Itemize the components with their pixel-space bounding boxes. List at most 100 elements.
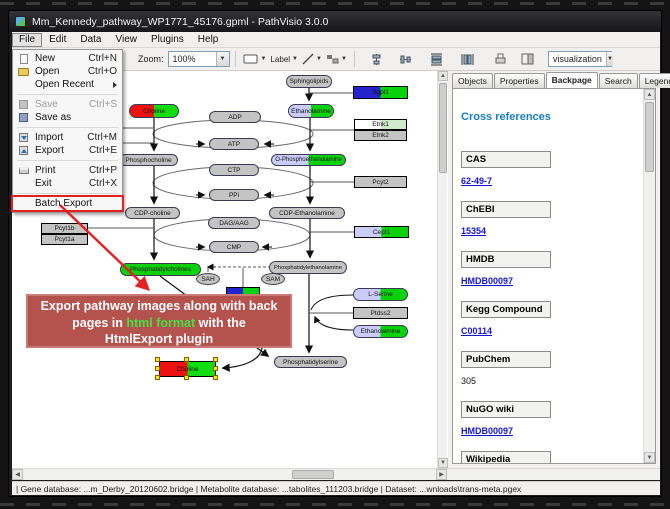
node-label: SAH <box>201 276 214 283</box>
node-adp[interactable]: ADP <box>209 111 261 123</box>
node-ppi[interactable]: PPi <box>209 189 259 201</box>
node-etnk2[interactable]: Etnk2 <box>354 130 407 141</box>
menu-item-label: Exit <box>35 178 89 189</box>
crossref-link-chebi[interactable]: 15354 <box>461 226 631 236</box>
node-phosphatidylserine[interactable]: Phosphatidylserine <box>274 356 347 368</box>
node-sam[interactable]: SAM <box>261 273 285 285</box>
node-sah[interactable]: SAH <box>196 273 220 285</box>
node-etnk1[interactable]: Etnk1 <box>354 119 407 130</box>
scroll-up-icon[interactable]: ▲ <box>644 89 655 100</box>
menu-separator <box>17 94 118 95</box>
node-o-phosphoethanolamine[interactable]: O-Phosphoethanolamine <box>271 154 346 166</box>
file-menu-print[interactable]: Print Ctrl+P <box>13 164 122 177</box>
menu-edit[interactable]: Edit <box>42 33 73 47</box>
node-sgpl1[interactable]: Sgpl1 <box>353 86 408 99</box>
node-phosphocholine[interactable]: Phosphocholine <box>119 154 178 166</box>
file-menu-open[interactable]: Open Ctrl+O <box>13 65 122 78</box>
crossref-link-cas[interactable]: 62-49-7 <box>461 176 631 186</box>
canvas-hscrollbar[interactable]: ◀ ▶ <box>12 468 660 480</box>
line-icon <box>302 53 314 65</box>
menu-view[interactable]: View <box>108 33 144 47</box>
common-width-button[interactable] <box>459 50 477 68</box>
backpage-scrollbar[interactable]: ▲ ▼ <box>643 89 655 463</box>
node-label: ADP <box>228 114 241 121</box>
align-middle-button[interactable] <box>397 50 415 68</box>
export-icon <box>16 146 31 155</box>
node-label: Sgpl1 <box>372 89 389 96</box>
scroll-down-icon[interactable]: ▼ <box>644 452 655 463</box>
tab-objects[interactable]: Objects <box>452 73 493 88</box>
selection-handle[interactable] <box>213 357 218 362</box>
sidebar-tabs: Objects Properties Backpage Search Legen… <box>452 73 670 88</box>
node-pcyt1b[interactable]: Pcyt1b <box>41 223 88 234</box>
node-cept1[interactable]: Cept1 <box>354 226 409 238</box>
selection-handle[interactable] <box>213 366 218 371</box>
line-tool-button[interactable]: ▼ <box>301 50 323 68</box>
tab-backpage[interactable]: Backpage <box>546 72 598 88</box>
selection-handle[interactable] <box>184 375 189 380</box>
selection-handle[interactable] <box>184 357 189 362</box>
file-menu-new[interactable]: New Ctrl+N <box>13 52 122 65</box>
tab-properties[interactable]: Properties <box>494 73 545 88</box>
common-height-button[interactable] <box>428 50 446 68</box>
node-label: ATP <box>228 141 240 148</box>
chevron-down-icon[interactable]: ▼ <box>606 52 613 66</box>
file-menu-export[interactable]: Export Ctrl+E <box>13 144 122 157</box>
titlebar[interactable]: Mm_Kennedy_pathway_WP1771_45176.gpml - P… <box>9 11 661 32</box>
import-icon <box>16 133 31 142</box>
selection-handle[interactable] <box>213 375 218 380</box>
gene-datanode-button[interactable]: ▼ <box>242 50 268 68</box>
file-menu-save-as[interactable]: Save as <box>13 111 122 124</box>
node-pcyt2[interactable]: Pcyt2 <box>354 176 407 188</box>
node-ethanolamine-lower[interactable]: Ethanolamine <box>353 325 408 338</box>
menu-file[interactable]: File <box>12 33 42 47</box>
tab-search[interactable]: Search <box>599 73 638 88</box>
file-menu-batch-export[interactable]: Batch Export <box>13 197 122 210</box>
menu-help[interactable]: Help <box>191 33 226 47</box>
visualization-combobox[interactable]: visualization ▼ <box>548 51 612 67</box>
selection-handle[interactable] <box>155 366 160 371</box>
scroll-right-icon[interactable]: ▶ <box>436 469 447 480</box>
menu-item-label: Open <box>35 66 88 77</box>
scroll-left-icon[interactable]: ◀ <box>12 469 23 480</box>
file-menu-open-recent[interactable]: Open Recent <box>13 78 122 91</box>
node-label: SAM <box>266 276 280 283</box>
annotation-line2-pre: pages in <box>72 316 123 330</box>
menu-plugins[interactable]: Plugins <box>144 33 191 47</box>
chevron-down-icon[interactable]: ▼ <box>216 52 229 66</box>
node-cdp-choline[interactable]: CDP-choline <box>125 207 180 219</box>
selection-handle[interactable] <box>155 357 160 362</box>
node-phosphatidylcholines[interactable]: Phosphatidylcholines <box>120 263 201 276</box>
node-pcyt1a[interactable]: Pcyt1a <box>41 234 88 245</box>
menu-item-label: Save <box>35 99 89 110</box>
file-menu-dropdown: New Ctrl+N Open Ctrl+O Open Recent Save … <box>12 49 123 213</box>
file-menu-exit[interactable]: Exit Ctrl+X <box>13 177 122 190</box>
node-dag-aag[interactable]: DAG/AAG <box>208 217 260 229</box>
menu-data[interactable]: Data <box>73 33 108 47</box>
shape-tool-button[interactable]: ▼ <box>325 50 348 68</box>
scroll-thumb[interactable] <box>645 102 654 172</box>
node-l-serine[interactable]: L-Serine <box>353 288 408 301</box>
node-cdp-ethanolamine[interactable]: CDP-Ethanolamine <box>269 207 345 219</box>
node-ptdss2[interactable]: Ptdss2 <box>353 307 408 319</box>
node-choline[interactable]: Choline <box>129 104 179 118</box>
zoom-combobox[interactable]: 100% ▼ <box>168 51 230 67</box>
crossref-header-chebi: ChEBI <box>461 201 551 218</box>
node-cmp[interactable]: CMP <box>209 241 259 253</box>
node-atp[interactable]: ATP <box>209 138 259 150</box>
node-ctp[interactable]: CTP <box>209 164 259 176</box>
node-ethanolamine[interactable]: Ethanolamine <box>288 104 334 118</box>
scroll-thumb[interactable] <box>292 470 334 479</box>
label-tool-button[interactable]: Label ▼ <box>269 50 299 68</box>
align-center-button[interactable] <box>368 50 386 68</box>
export-image-button[interactable] <box>492 50 510 68</box>
crossref-link-kegg[interactable]: C00114 <box>461 326 631 336</box>
crossref-link-nugo[interactable]: HMDB00097 <box>461 426 631 436</box>
node-sphingolipids[interactable]: Sphingolipids <box>286 75 332 88</box>
selection-handle[interactable] <box>155 375 160 380</box>
file-menu-import[interactable]: Import Ctrl+M <box>13 131 122 144</box>
side-panel-toggle-button[interactable] <box>519 50 537 68</box>
tab-legend[interactable]: Legend <box>639 73 670 88</box>
node-phosphatidylethanolamine[interactable]: Phosphatidylethanolamine <box>269 261 347 274</box>
crossref-link-hmdb[interactable]: HMDB00097 <box>461 276 631 286</box>
